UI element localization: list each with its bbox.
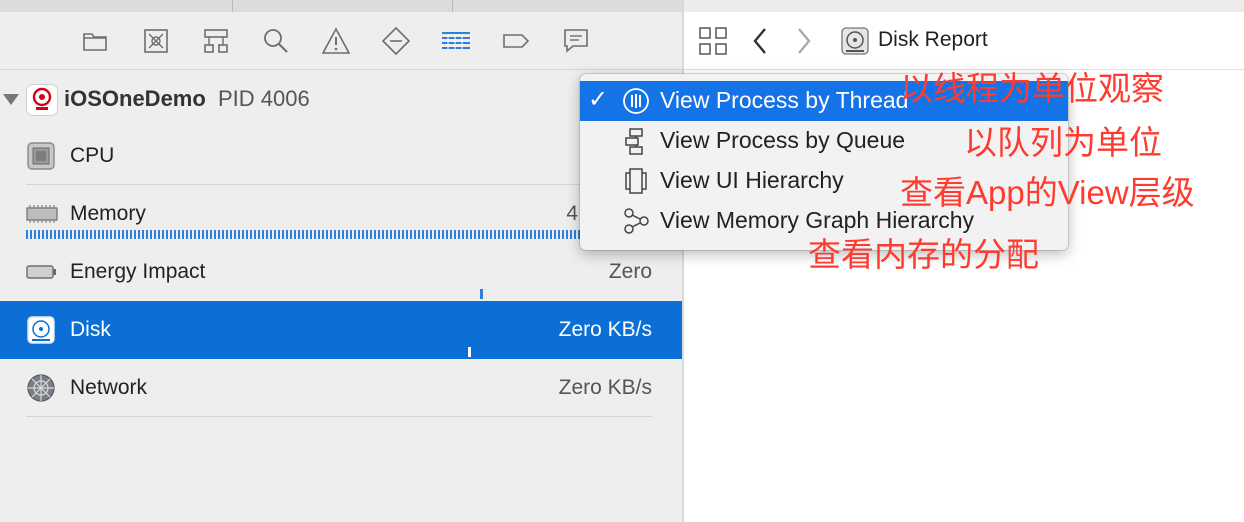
- forward-chevron-icon[interactable]: [794, 26, 814, 56]
- menu-item-label: View UI Hierarchy: [660, 167, 844, 193]
- top-strip: [0, 0, 682, 12]
- warning-box-icon[interactable]: [141, 26, 171, 56]
- navigator-toolbar: [0, 12, 682, 70]
- checkmark-icon: ✓: [588, 86, 609, 113]
- disk-report-icon: [841, 27, 869, 55]
- battery-icon: [26, 257, 58, 287]
- annotation-memory-graph: 查看内存的分配: [808, 236, 1039, 273]
- disk-icon: [26, 315, 58, 345]
- ui-hierarchy-icon: [625, 168, 647, 194]
- gauge-value: 4: [566, 202, 578, 225]
- menu-item-label: View Process by Queue: [660, 127, 906, 153]
- gauge-disk[interactable]: Disk Zero KB/s: [0, 301, 682, 359]
- network-icon: [26, 373, 58, 403]
- memory-icon: [26, 199, 58, 229]
- back-chevron-icon[interactable]: [750, 26, 770, 56]
- folder-icon[interactable]: [80, 26, 110, 56]
- process-name: iOSOneDemo: [64, 86, 206, 111]
- gauge-label: Energy Impact: [70, 260, 206, 283]
- energy-sparkline: [480, 289, 483, 299]
- gauge-value: Zero KB/s: [558, 318, 652, 341]
- debug-navigator-icon[interactable]: [441, 26, 471, 56]
- gauge-value: Zero KB/s: [558, 376, 652, 399]
- gauge-value: Zero: [608, 260, 652, 283]
- gauge-label: CPU: [70, 144, 115, 167]
- annotation-ui-hierarchy: 查看App的View层级: [900, 174, 1195, 211]
- annotation-queue: 以队列为单位: [964, 124, 1162, 161]
- gauge-energy[interactable]: Energy Impact Zero: [0, 243, 682, 301]
- thread-icon: [623, 88, 649, 114]
- gauge-label: Disk: [70, 318, 111, 341]
- hierarchy-icon[interactable]: [201, 26, 231, 56]
- divider: [26, 416, 652, 417]
- cpu-icon: [26, 141, 58, 171]
- gauge-label: Memory: [70, 202, 146, 225]
- app-icon: [26, 84, 58, 116]
- search-icon[interactable]: [261, 26, 291, 56]
- disk-sparkline: [468, 347, 471, 357]
- process-pid: PID 4006: [218, 86, 310, 111]
- memory-usage-bar: [26, 230, 582, 239]
- disclosure-triangle-icon[interactable]: [2, 90, 20, 108]
- tag-icon[interactable]: [501, 26, 531, 56]
- gauge-network[interactable]: Network Zero KB/s: [0, 359, 682, 417]
- breakpoint-diamond-icon[interactable]: [381, 26, 411, 56]
- memory-graph-icon: [624, 208, 649, 234]
- chat-icon[interactable]: [561, 26, 591, 56]
- related-items-grid-icon[interactable]: [698, 26, 728, 56]
- annotation-thread: 以线程为单位观察: [900, 70, 1164, 107]
- gauge-label: Network: [70, 376, 148, 399]
- triangle-warning-icon[interactable]: [321, 26, 351, 56]
- report-title[interactable]: Disk Report: [878, 28, 988, 52]
- tab-strip: [684, 0, 1244, 12]
- menu-item-label: View Process by Thread: [660, 87, 909, 113]
- queue-icon: [625, 128, 643, 155]
